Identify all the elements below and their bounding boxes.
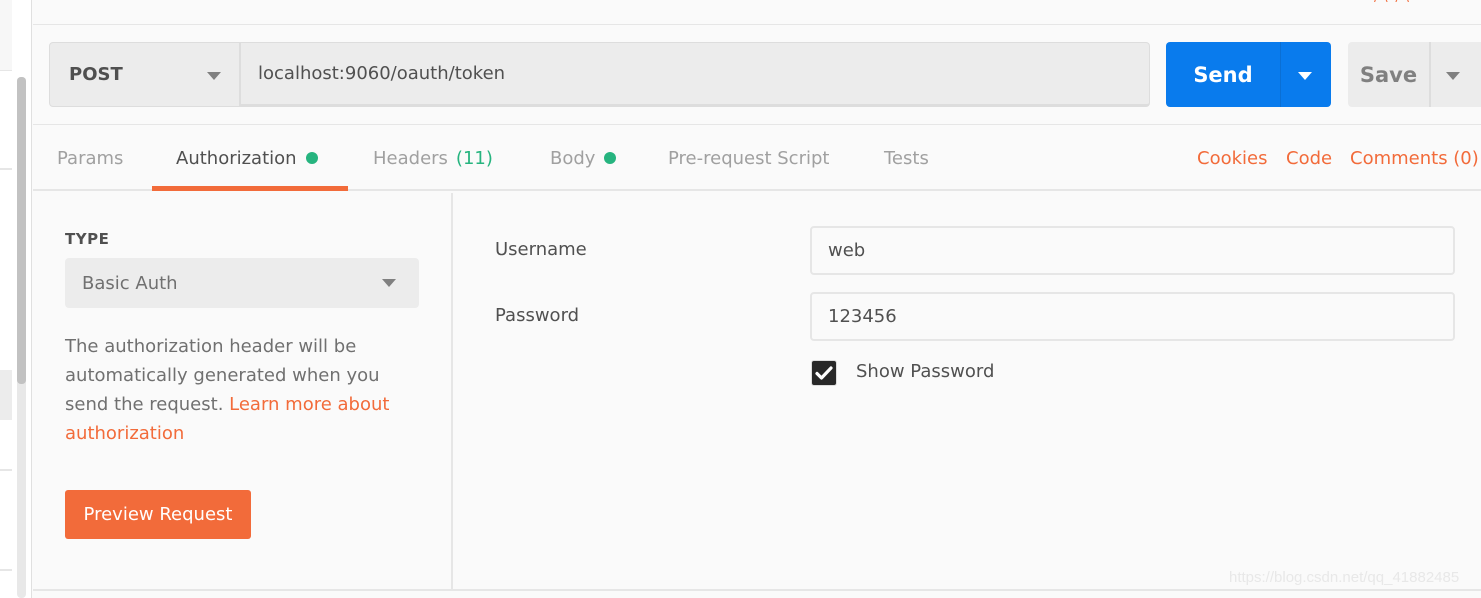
tab-label: Authorization [176,147,297,169]
username-value: web [828,240,866,261]
chevron-down-icon [382,279,396,287]
status-dot [604,152,617,164]
send-label: Send [1193,62,1253,87]
sidebar-scrollbar-thumb[interactable] [17,77,26,384]
method-value: POST [69,64,123,85]
password-input[interactable]: 123456 [810,292,1455,341]
show-password-label[interactable]: Show Password [856,361,994,382]
tab-label: Tests [884,147,929,169]
url-value: localhost:9060/oauth/token [258,63,506,84]
save-label: Save [1359,62,1418,87]
comments-link[interactable]: Comments (0) [1350,125,1479,191]
divider [0,168,12,170]
username-label: Username [495,239,587,260]
sidebar-selected-item[interactable] [0,370,12,420]
tab-tests[interactable]: Tests [884,125,929,191]
active-tab-indicator [152,186,348,191]
top-cut-link: ◠ ◠ [1373,0,1410,2]
divider [33,589,1481,591]
tab-label: Pre-request Script [668,147,830,169]
username-input[interactable]: web [810,226,1455,275]
type-label: TYPE [65,230,110,248]
show-password-checkbox[interactable] [811,360,837,386]
code-link[interactable]: Code [1286,125,1332,191]
method-select[interactable]: POST [49,42,241,107]
tab-authorization[interactable]: Authorization [176,125,318,191]
password-label: Password [495,305,580,326]
tab-label: Headers [373,147,448,169]
save-button[interactable]: Save [1348,42,1481,107]
auth-type-panel: TYPE Basic Auth The authorization header… [33,193,453,589]
cookies-link[interactable]: Cookies [1197,125,1267,191]
request-tabs: Params Authorization Headers (11) Body Pr… [33,125,1481,191]
tab-label: Body [550,147,596,169]
check-icon [815,366,833,380]
divider [0,569,12,571]
tab-body[interactable]: Body [550,125,617,191]
chevron-down-icon [207,72,221,80]
tab-label: Params [57,147,124,169]
tab-pre-request-script[interactable]: Pre-request Script [668,125,829,191]
sidebar [0,0,32,598]
tab-headers[interactable]: Headers (11) [373,125,493,191]
auth-description: The authorization header will be automat… [65,332,415,448]
preview-request-button[interactable]: Preview Request [65,490,251,539]
send-button[interactable]: Send [1166,42,1331,107]
send-options-chevron-icon[interactable] [1298,72,1312,80]
watermark: https://blog.csdn.net/qq_41882485 [1229,569,1460,586]
divider [1280,42,1281,107]
tab-params[interactable]: Params [57,125,123,191]
divider [1429,42,1431,107]
url-input[interactable]: localhost:9060/oauth/token [241,42,1150,107]
headers-count: (11) [455,147,493,169]
auth-type-select[interactable]: Basic Auth [65,258,419,308]
status-dot [305,152,318,164]
divider [0,469,12,471]
save-options-chevron-icon[interactable] [1446,72,1460,80]
password-value: 123456 [828,306,897,327]
request-editor: ◠ ◠ POST localhost:9060/oauth/token Send… [33,0,1481,598]
sidebar-header [0,0,12,71]
auth-type-value: Basic Auth [82,272,178,294]
divider [33,24,1481,25]
